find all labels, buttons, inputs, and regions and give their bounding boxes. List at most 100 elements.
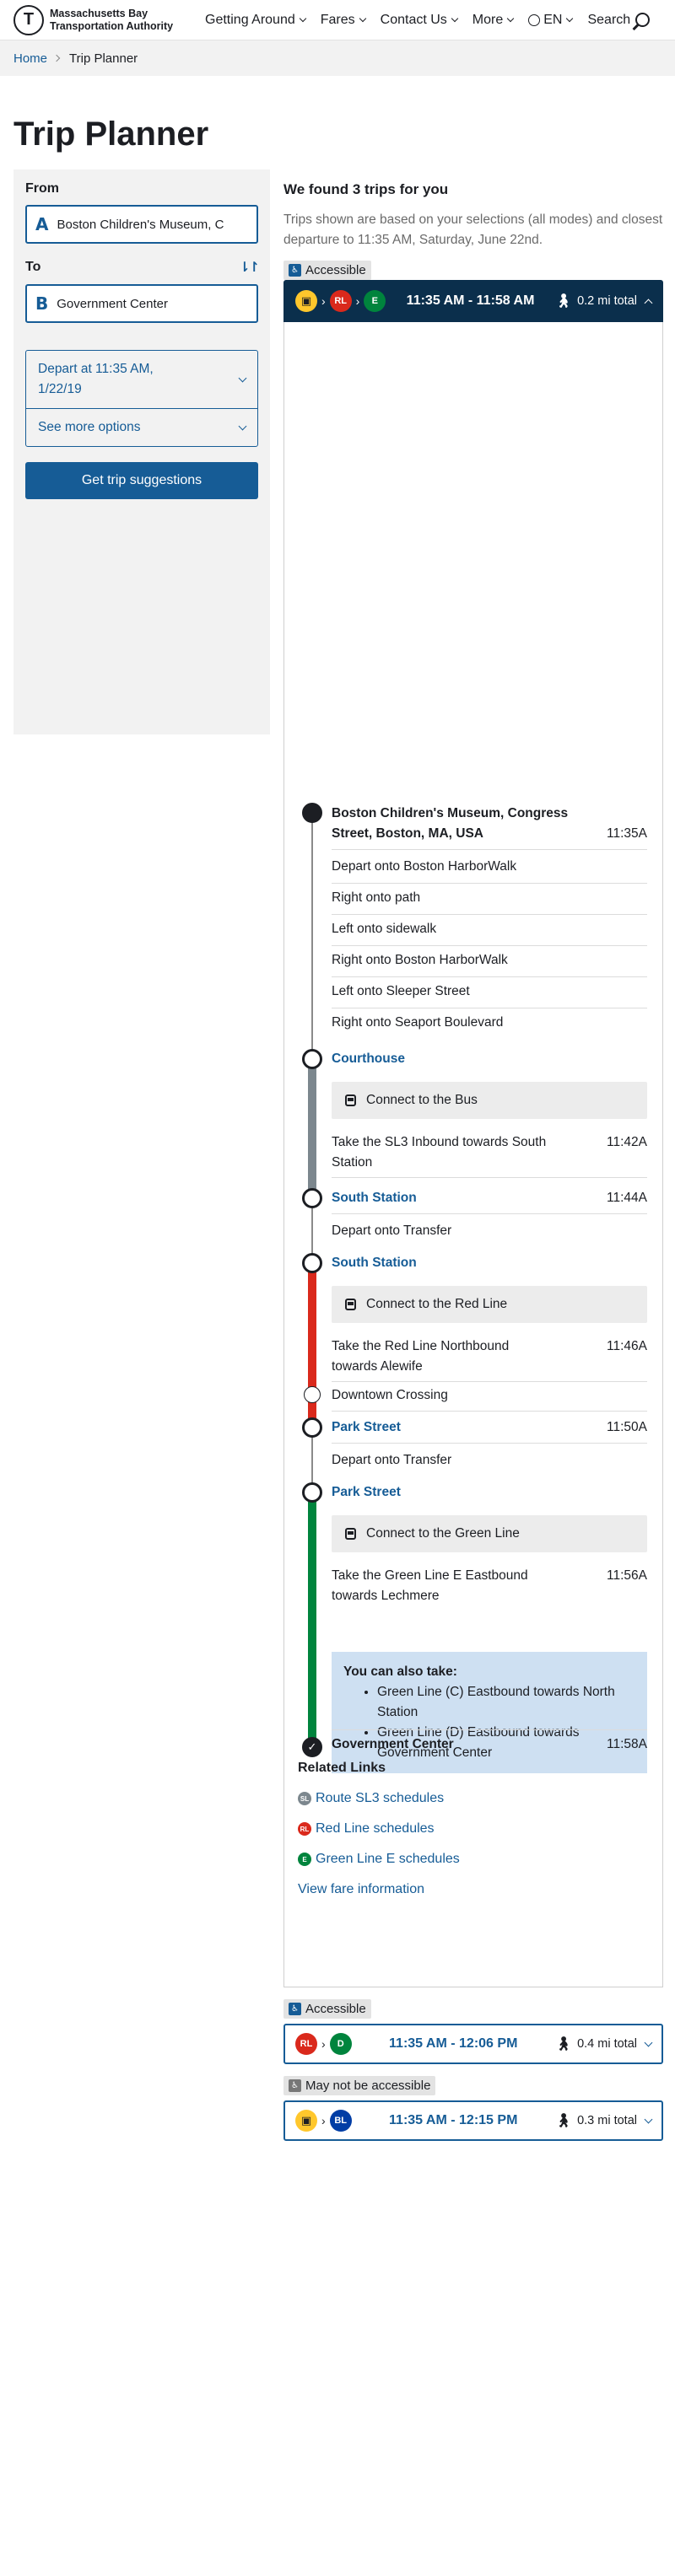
results-description: Trips shown are based on your selections… [284, 212, 663, 247]
connect-red-line: Connect to the Red Line [332, 1286, 647, 1323]
depart-time-toggle[interactable]: Depart at 11:35 AM, 1/22/19 [26, 351, 257, 408]
breadcrumb-current: Trip Planner [69, 51, 138, 66]
subway-icon [345, 1299, 356, 1310]
also-take-box: You can also take: Green Line (C) Eastbo… [332, 1652, 647, 1773]
to-row: To ⇂↾ [25, 259, 260, 276]
mbta-logo-icon[interactable]: T [14, 4, 44, 35]
depart-text: Depart at 11:35 AM, 1/22/19 [38, 362, 154, 396]
walk-step: Right onto path [332, 888, 647, 915]
fare-info-link[interactable]: View fare information [298, 1882, 649, 1897]
origin-row: Boston Children's Museum, Congress Stree… [332, 804, 647, 850]
walk-step: Left onto Sleeper Street [332, 981, 647, 1008]
stop-park-street-1[interactable]: Park Street 11:50A [332, 1417, 647, 1444]
may-not-be-accessible-badge: ♿ May not be accessible [284, 2076, 436, 2095]
main-nav: Getting Around Fares Contact Us More EN … [205, 13, 651, 28]
bus-icon [345, 1094, 356, 1106]
walk-icon: 🚶︎ [554, 294, 573, 309]
stop-south-station-2[interactable]: South Station [332, 1253, 647, 1273]
accessible-badge: ♿ Accessible [284, 261, 371, 280]
accessible-icon: ♿ [289, 264, 301, 277]
site-header: T Massachusetts Bay Transportation Autho… [0, 0, 675, 40]
chevron-down-icon [299, 14, 306, 23]
green-line-e-icon: E [298, 1853, 311, 1866]
also-take-item: Green Line (C) Eastbound towards North S… [377, 1682, 635, 1723]
agency-name[interactable]: Massachusetts Bay Transportation Authori… [50, 8, 193, 33]
park-street-node-2 [302, 1482, 322, 1503]
walk-icon: 🚶︎ [554, 2114, 573, 2128]
trip-3-time: 11:35 AM - 12:15 PM [389, 2113, 518, 2127]
green-line-e-icon: E [364, 290, 386, 312]
nav-getting-around[interactable]: Getting Around [205, 13, 306, 28]
chevron-up-icon [644, 298, 653, 307]
to-value: Government Center [57, 296, 168, 311]
transfer-step-1: Depart onto Transfer [332, 1223, 452, 1238]
from-label: From [25, 181, 59, 196]
accessible-badge: ♿ Accessible [284, 1999, 371, 2019]
subway-icon [345, 1528, 356, 1540]
trip-2-walk: 🚶︎ 0.4 mi total [555, 2036, 653, 2052]
red-line-icon: RL [298, 1822, 311, 1836]
park-street-node-1 [302, 1417, 322, 1438]
silver-line-rail [308, 1059, 316, 1198]
get-trip-suggestions-button[interactable]: Get trip suggestions [25, 462, 258, 499]
chevron-down-icon [644, 2038, 653, 2046]
results-title: We found 3 trips for you [284, 181, 449, 197]
nav-more[interactable]: More [472, 13, 515, 28]
related-links-title: Related Links [298, 1761, 386, 1775]
more-options-text: See more options [38, 420, 141, 434]
globe-icon [528, 13, 541, 26]
search-button[interactable]: Search [587, 13, 651, 28]
transfer-step-2: Depart onto Transfer [332, 1453, 452, 1467]
language-selector[interactable]: EN [528, 13, 574, 28]
origin-time: 11:35A [607, 826, 647, 841]
marker-a-icon: A [35, 214, 49, 234]
trip-3-walk: 🚶︎ 0.3 mi total [554, 2112, 653, 2129]
stop-downtown-crossing: Downtown Crossing [332, 1385, 647, 1412]
chevron-down-icon [451, 14, 459, 23]
downtown-crossing-node [304, 1386, 321, 1403]
checkmark-icon: ✓ [302, 1737, 322, 1757]
courthouse-node [302, 1049, 322, 1069]
green-line-d-icon: D [329, 2033, 352, 2055]
trip-map[interactable] [284, 322, 662, 777]
blue-line-icon: BL [329, 2110, 352, 2132]
stop-courthouse[interactable]: Courthouse [332, 1049, 647, 1069]
to-input[interactable]: B Government Center [25, 284, 258, 323]
red-line-schedules-link[interactable]: RL Red Line schedules [298, 1821, 649, 1837]
trip-2-time: 11:35 AM - 12:06 PM [389, 2036, 518, 2051]
red-line-icon: RL [295, 2033, 317, 2055]
breadcrumb: Home Trip Planner [0, 40, 675, 76]
marker-b-icon: B [35, 293, 49, 314]
search-icon [635, 13, 651, 27]
south-station-node-2 [302, 1253, 322, 1273]
more-options-toggle[interactable]: See more options [26, 408, 257, 446]
also-take-title: You can also take: [343, 1664, 457, 1679]
nav-contact-us[interactable]: Contact Us [381, 13, 459, 28]
to-label: To [25, 260, 41, 274]
results-panel: We found 3 trips for you Trips shown are… [284, 169, 663, 2141]
trip-3-card[interactable]: ▣ › BL 11:35 AM - 12:15 PM 🚶︎ 0.3 mi total [284, 2100, 663, 2141]
nav-fares[interactable]: Fares [321, 13, 366, 28]
stop-park-street-2[interactable]: Park Street [332, 1482, 647, 1503]
trip-1-header[interactable]: ▣ › RL › E 11:35 AM - 11:58 AM 🚶︎ 0.2 mi to… [284, 280, 663, 322]
accessible-icon: ♿ [289, 2079, 301, 2092]
trip-planner-form: From A Boston Children's Museum, C To ⇂↾ … [14, 169, 270, 734]
red-line-icon: RL [329, 290, 352, 312]
origin-name: Boston Children's Museum, Congress Stree… [332, 806, 569, 841]
connect-bus: Connect to the Bus [332, 1082, 647, 1119]
accessible-icon: ♿ [289, 2003, 301, 2015]
bus-icon: ▣ [295, 2110, 317, 2132]
swap-icon[interactable]: ⇂↾ [239, 259, 260, 276]
page-title: Trip Planner [14, 116, 209, 153]
bus-step: Take the SL3 Inbound towards South Stati… [332, 1132, 647, 1178]
breadcrumb-home[interactable]: Home [14, 51, 47, 66]
sl3-schedules-link[interactable]: SL Route SL3 schedules [298, 1791, 649, 1806]
trip-2-card[interactable]: RL › D 11:35 AM - 12:06 PM 🚶︎ 0.4 mi total [284, 2024, 663, 2064]
from-input[interactable]: A Boston Children's Museum, C [25, 205, 258, 244]
green-line-e-schedules-link[interactable]: E Green Line E schedules [298, 1852, 649, 1867]
green-line-step: Take the Green Line E Eastbound towards … [332, 1568, 647, 1603]
from-value: Boston Children's Museum, C [57, 217, 224, 232]
walk-rail [311, 813, 313, 1059]
options-group: Depart at 11:35 AM, 1/22/19 See more opt… [25, 350, 258, 447]
stop-south-station-1[interactable]: South Station 11:44A [332, 1188, 647, 1214]
